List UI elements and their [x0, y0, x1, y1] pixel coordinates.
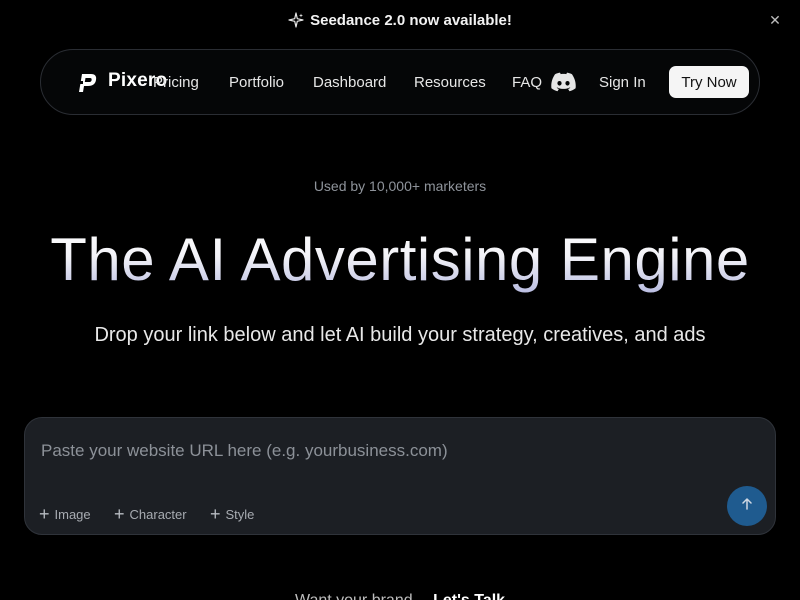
- website-url-input[interactable]: [41, 438, 721, 464]
- nav-link-pricing[interactable]: Pricing: [153, 74, 199, 91]
- nav-link-faq[interactable]: FAQ: [512, 74, 542, 91]
- sign-in-link[interactable]: Sign In: [599, 74, 646, 91]
- plus-icon: +: [39, 504, 50, 524]
- chip-label: Style: [225, 507, 255, 522]
- nav-link-resources[interactable]: Resources: [414, 74, 486, 91]
- bottom-cta-lead: Want your brand…: [295, 592, 429, 600]
- plus-icon: +: [114, 504, 125, 524]
- bottom-cta-text: Want your brand… Let's Talk: [0, 592, 800, 600]
- nav-link-portfolio[interactable]: Portfolio: [229, 74, 284, 91]
- add-image-button[interactable]: + Image: [39, 504, 91, 524]
- sparkle-icon: [288, 12, 304, 28]
- banner-text: Seedance 2.0 now available!: [310, 11, 512, 29]
- hero-subtitle: Drop your link below and let AI build yo…: [94, 324, 706, 346]
- arrow-up-icon: [740, 497, 754, 516]
- hero-title: The AI Advertising Engine: [0, 224, 800, 296]
- discord-icon[interactable]: [551, 72, 576, 92]
- chip-label: Image: [54, 507, 91, 522]
- close-icon[interactable]: ✕: [766, 11, 784, 29]
- try-now-button[interactable]: Try Now: [669, 66, 749, 98]
- add-style-button[interactable]: + Style: [210, 504, 255, 524]
- nav-link-dashboard[interactable]: Dashboard: [313, 74, 386, 91]
- lets-talk-link[interactable]: Let's Talk: [433, 592, 505, 600]
- social-proof-text: Used by 10,000+ marketers: [313, 178, 487, 194]
- url-input-card: + Image + Character + Style: [24, 417, 776, 535]
- plus-icon: +: [210, 504, 221, 524]
- top-navigation: Pixero Pricing Portfolio Dashboard Resou…: [40, 49, 760, 115]
- add-character-button[interactable]: + Character: [114, 504, 187, 524]
- pixero-logo-icon[interactable]: [75, 71, 99, 95]
- announcement-banner[interactable]: Seedance 2.0 now available! ✕: [0, 0, 800, 40]
- page: Seedance 2.0 now available! ✕ Pixero Pri…: [0, 0, 800, 600]
- chip-label: Character: [129, 507, 187, 522]
- submit-url-button[interactable]: [727, 486, 767, 526]
